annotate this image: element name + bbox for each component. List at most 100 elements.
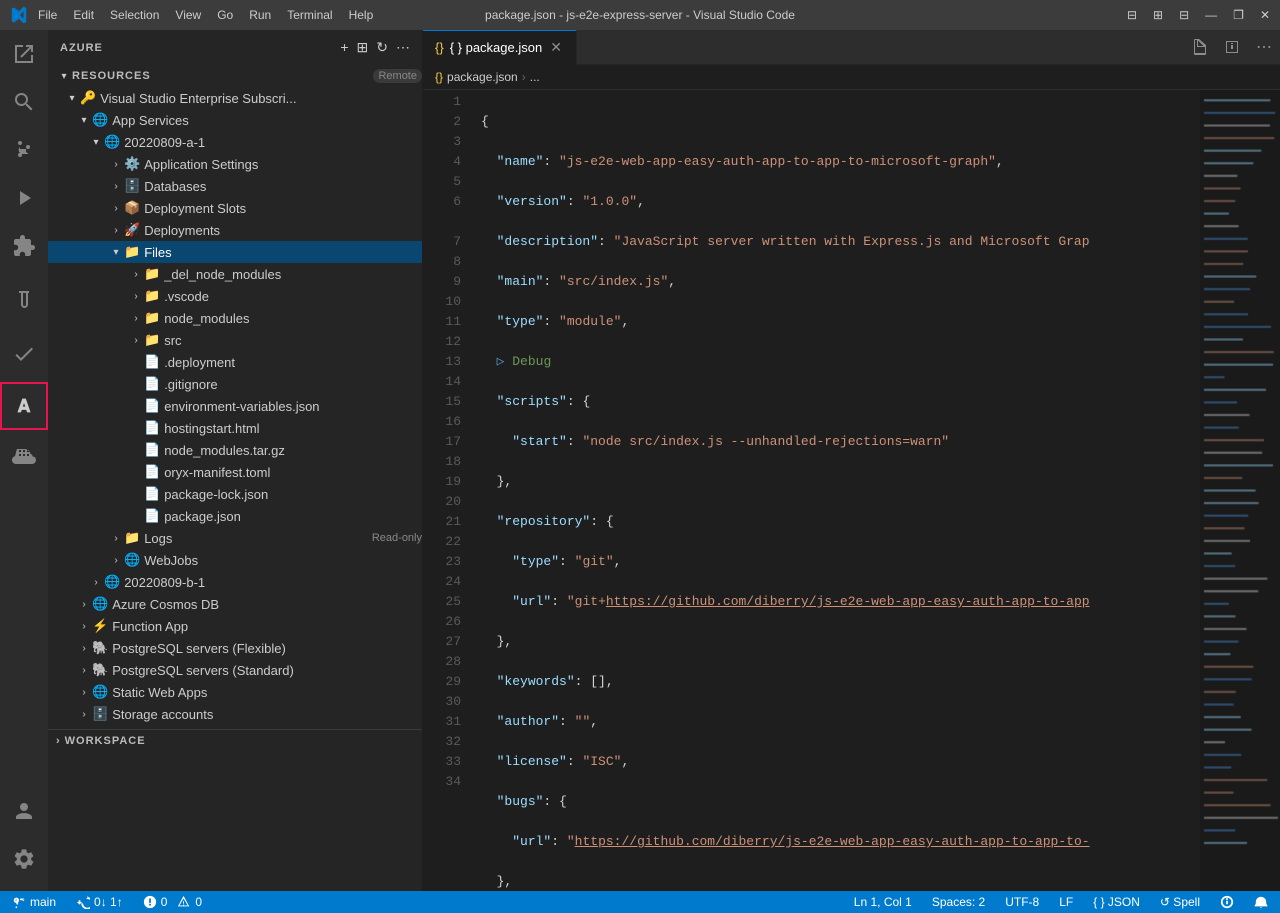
activitybar-docker[interactable] xyxy=(0,434,48,482)
storage-accounts-icon: 🗄️ xyxy=(92,706,108,722)
deployments-icon: 🚀 xyxy=(124,222,140,238)
function-app-item[interactable]: › ⚡ Function App xyxy=(48,615,422,637)
app-service-b1[interactable]: › 🌐 20220809-b-1 xyxy=(48,571,422,593)
static-web-apps-item[interactable]: › 🌐 Static Web Apps xyxy=(48,681,422,703)
webjobs-item[interactable]: › 🌐 WebJobs xyxy=(48,549,422,571)
file-oryx-icon: 📄 xyxy=(144,464,160,480)
file-hostingstart[interactable]: › 📄 hostingstart.html xyxy=(48,417,422,439)
tab-split-button[interactable]: ⋯ xyxy=(1184,37,1280,57)
file-env-vars[interactable]: › 📄 environment-variables.json xyxy=(48,395,422,417)
file-gitignore[interactable]: › 📄 .gitignore xyxy=(48,373,422,395)
sidebar-refresh-icon[interactable]: ↻ xyxy=(376,39,388,56)
app-services-icon: 🌐 xyxy=(92,112,108,128)
window-minimize-button[interactable]: — xyxy=(1205,8,1217,22)
menu-terminal[interactable]: Terminal xyxy=(287,8,332,22)
window-controls[interactable]: ⊟ ⊞ ⊟ — ❐ ✕ xyxy=(1127,8,1270,22)
statusbar-position[interactable]: Ln 1, Col 1 xyxy=(850,891,916,913)
statusbar-notifications[interactable] xyxy=(1250,891,1272,913)
cosmos-db-item[interactable]: › 🌐 Azure Cosmos DB xyxy=(48,593,422,615)
statusbar-encoding[interactable]: UTF-8 xyxy=(1001,891,1043,913)
breadcrumb: {} package.json › ... xyxy=(423,65,1280,90)
databases-item[interactable]: › 🗄️ Databases xyxy=(48,175,422,197)
activitybar-search[interactable] xyxy=(0,78,48,126)
code-line-6: "type": "module", xyxy=(481,312,1200,332)
storage-accounts-item[interactable]: › 🗄️ Storage accounts xyxy=(48,703,422,725)
sidebar-more-icon[interactable]: ⋯ xyxy=(396,39,410,56)
file-del-node-label: _del_node_modules xyxy=(164,267,422,282)
menu-edit[interactable]: Edit xyxy=(73,8,94,22)
activitybar-azure[interactable]: 𝐀 xyxy=(0,382,48,430)
file-package-lock[interactable]: › 📄 package-lock.json xyxy=(48,483,422,505)
tab-more-icon[interactable]: ⋯ xyxy=(1256,37,1272,57)
window-layout2-icon[interactable]: ⊞ xyxy=(1153,8,1163,22)
menu-file[interactable]: File xyxy=(38,8,57,22)
files-item[interactable]: ▾ 📁 Files xyxy=(48,241,422,263)
activitybar-explorer[interactable] xyxy=(0,30,48,78)
logs-badge: Read-only xyxy=(372,532,422,544)
activitybar-account[interactable] xyxy=(0,787,48,835)
menu-help[interactable]: Help xyxy=(349,8,374,22)
file-node-modules-tar[interactable]: › 📄 node_modules.tar.gz xyxy=(48,439,422,461)
postgres-std-label: PostgreSQL servers (Standard) xyxy=(112,663,422,678)
statusbar-spaces[interactable]: Spaces: 2 xyxy=(928,891,989,913)
section-resources[interactable]: ▾ RESOURCES Remote xyxy=(48,65,422,87)
file-deployment-icon: 📄 xyxy=(144,354,160,370)
statusbar-remote[interactable] xyxy=(1216,891,1238,913)
file-vscode[interactable]: › 📁 .vscode xyxy=(48,285,422,307)
activitybar-test[interactable] xyxy=(0,278,48,326)
activitybar-settings[interactable] xyxy=(0,835,48,883)
file-del-node[interactable]: › 📁 _del_node_modules xyxy=(48,263,422,285)
statusbar-errors[interactable]: 0 0 xyxy=(139,891,206,913)
postgres-flex-item[interactable]: › 🐘 PostgreSQL servers (Flexible) xyxy=(48,637,422,659)
file-deployment[interactable]: › 📄 .deployment xyxy=(48,351,422,373)
statusbar-sync[interactable]: 0↓ 1↑ xyxy=(72,891,127,913)
deployment-slots-arrow-icon: › xyxy=(108,203,124,214)
activitybar-extensions[interactable] xyxy=(0,222,48,270)
breadcrumb-file-icon: {} xyxy=(435,70,443,84)
app-service-a1[interactable]: ▾ 🌐 20220809-a-1 xyxy=(48,131,422,153)
code-line-14: "keywords": [], xyxy=(481,672,1200,692)
menu-run[interactable]: Run xyxy=(249,8,271,22)
logs-item[interactable]: › 📁 Logs Read-only xyxy=(48,527,422,549)
file-oryx[interactable]: › 📄 oryx-manifest.toml xyxy=(48,461,422,483)
statusbar-language[interactable]: { } JSON xyxy=(1089,891,1144,913)
code-content[interactable]: { "name": "js-e2e-web-app-easy-auth-app-… xyxy=(473,90,1200,891)
menu-view[interactable]: View xyxy=(175,8,201,22)
activitybar-checkmark[interactable] xyxy=(0,330,48,378)
sidebar-actions[interactable]: + ⊞ ↻ ⋯ xyxy=(340,39,410,56)
app-settings-item[interactable]: › ⚙️ Application Settings xyxy=(48,153,422,175)
statusbar-spell[interactable]: ↺ Spell xyxy=(1156,891,1204,913)
file-src[interactable]: › 📁 src xyxy=(48,329,422,351)
titlebar-menu[interactable]: File Edit Selection View Go Run Terminal… xyxy=(38,8,373,22)
app-services-arrow-icon: ▾ xyxy=(76,115,92,126)
titlebar-left: File Edit Selection View Go Run Terminal… xyxy=(10,6,373,24)
file-env-vars-label: environment-variables.json xyxy=(164,399,422,414)
tab-package-json[interactable]: {} { } package.json ✕ xyxy=(423,30,577,65)
deployments-item[interactable]: › 🚀 Deployments xyxy=(48,219,422,241)
deployment-slots-item[interactable]: › 📦 Deployment Slots xyxy=(48,197,422,219)
sidebar-list-icon[interactable]: ⊞ xyxy=(357,39,369,56)
statusbar-ln-col: Ln 1, Col 1 xyxy=(854,895,912,909)
app-services-item[interactable]: ▾ 🌐 App Services xyxy=(48,109,422,131)
file-node-modules[interactable]: › 📁 node_modules xyxy=(48,307,422,329)
activitybar-run[interactable] xyxy=(0,174,48,222)
menu-go[interactable]: Go xyxy=(217,8,233,22)
window-close-button[interactable]: ✕ xyxy=(1260,8,1270,22)
storage-accounts-label: Storage accounts xyxy=(112,707,422,722)
subscription-item[interactable]: ▾ 🔑 Visual Studio Enterprise Subscri... xyxy=(48,87,422,109)
webjobs-arrow-icon: › xyxy=(108,555,124,566)
sidebar-add-icon[interactable]: + xyxy=(340,39,348,56)
window-layout3-icon[interactable]: ⊟ xyxy=(1179,8,1189,22)
postgres-std-item[interactable]: › 🐘 PostgreSQL servers (Standard) xyxy=(48,659,422,681)
statusbar-branch[interactable]: main xyxy=(8,891,60,913)
statusbar-eol[interactable]: LF xyxy=(1055,891,1077,913)
app-service-a1-label: 20220809-a-1 xyxy=(124,135,422,150)
workspace-section[interactable]: › WORKSPACE xyxy=(48,729,422,751)
file-package-json[interactable]: › 📄 package.json xyxy=(48,505,422,527)
code-line-8: "start": "node src/index.js --unhandled-… xyxy=(481,432,1200,452)
window-layout-icon[interactable]: ⊟ xyxy=(1127,8,1137,22)
tab-close-button[interactable]: ✕ xyxy=(548,37,564,58)
window-maximize-button[interactable]: ❐ xyxy=(1233,8,1244,22)
activitybar-source-control[interactable] xyxy=(0,126,48,174)
menu-selection[interactable]: Selection xyxy=(110,8,159,22)
